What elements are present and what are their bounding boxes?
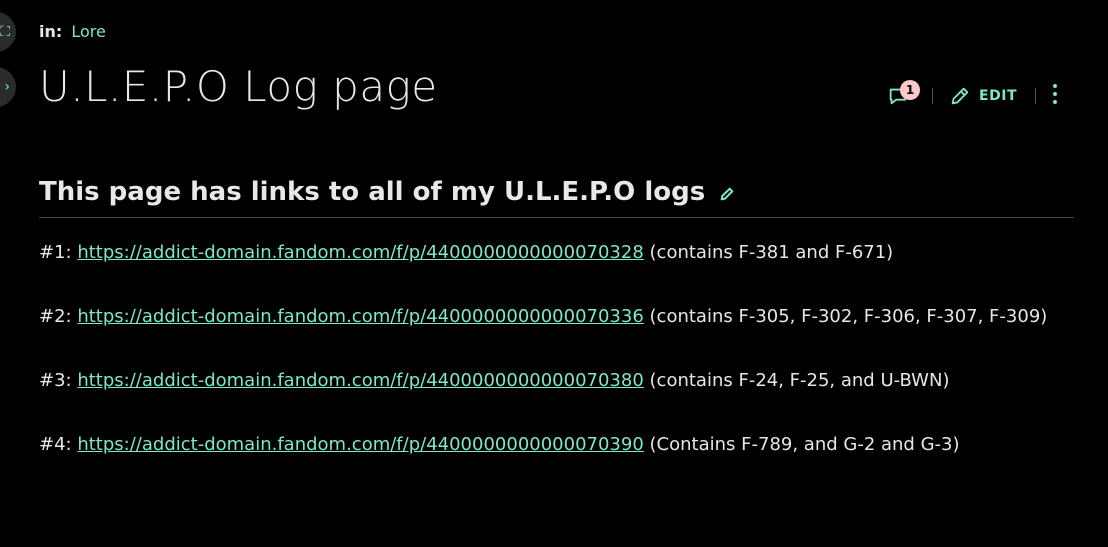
breadcrumb-category-link[interactable]: Lore <box>71 22 106 41</box>
log-link[interactable]: https://addict-domain.fandom.com/f/p/440… <box>77 242 643 263</box>
log-link[interactable]: https://addict-domain.fandom.com/f/p/440… <box>77 370 643 391</box>
more-vertical-icon <box>1053 84 1057 104</box>
entry-number: #2: <box>39 306 72 327</box>
section-heading-text: This page has links to all of my U.L.E.P… <box>39 177 706 207</box>
list-item: #3: https://addict-domain.fandom.com/f/p… <box>39 364 1079 398</box>
entry-number: #1: <box>39 242 72 263</box>
breadcrumb: in: Lore <box>39 22 106 41</box>
entry-note: (contains F-381 and F-671) <box>649 242 894 263</box>
entry-number: #3: <box>39 370 72 391</box>
edit-label: EDIT <box>979 88 1017 104</box>
list-item: #4: https://addict-domain.fandom.com/f/p… <box>39 428 1079 462</box>
page-actions: 1 EDIT <box>884 76 1058 116</box>
page-title: U.L.E.P.O Log page <box>39 62 438 111</box>
pencil-icon <box>951 87 969 105</box>
log-list: #1: https://addict-domain.fandom.com/f/p… <box>39 236 1079 492</box>
log-link[interactable]: https://addict-domain.fandom.com/f/p/440… <box>77 434 643 455</box>
comments-button[interactable]: 1 <box>884 80 921 110</box>
entry-number: #4: <box>39 434 72 455</box>
list-item: #1: https://addict-domain.fandom.com/f/p… <box>39 236 1079 270</box>
entry-note: (contains F-24, F-25, and U-BWN) <box>649 370 950 391</box>
entry-note: (contains F-305, F-302, F-306, F-307, F-… <box>649 306 1048 327</box>
chevron-right-icon[interactable]: › <box>0 67 16 107</box>
list-item: #2: https://addict-domain.fandom.com/f/p… <box>39 300 1079 334</box>
section-heading: This page has links to all of my U.L.E.P… <box>39 174 1074 218</box>
log-link[interactable]: https://addict-domain.fandom.com/f/p/440… <box>77 306 643 327</box>
entry-note: (Contains F-789, and G-2 and G-3) <box>649 434 960 455</box>
divider <box>1035 88 1036 104</box>
more-options-button[interactable] <box>1052 83 1058 109</box>
edit-section-icon[interactable] <box>719 186 735 202</box>
edit-button[interactable]: EDIT <box>949 85 1017 107</box>
expand-icon[interactable]: ⛶ <box>0 12 16 52</box>
comment-count-badge: 1 <box>900 80 921 100</box>
divider <box>932 88 934 104</box>
breadcrumb-prefix: in: <box>39 22 63 41</box>
